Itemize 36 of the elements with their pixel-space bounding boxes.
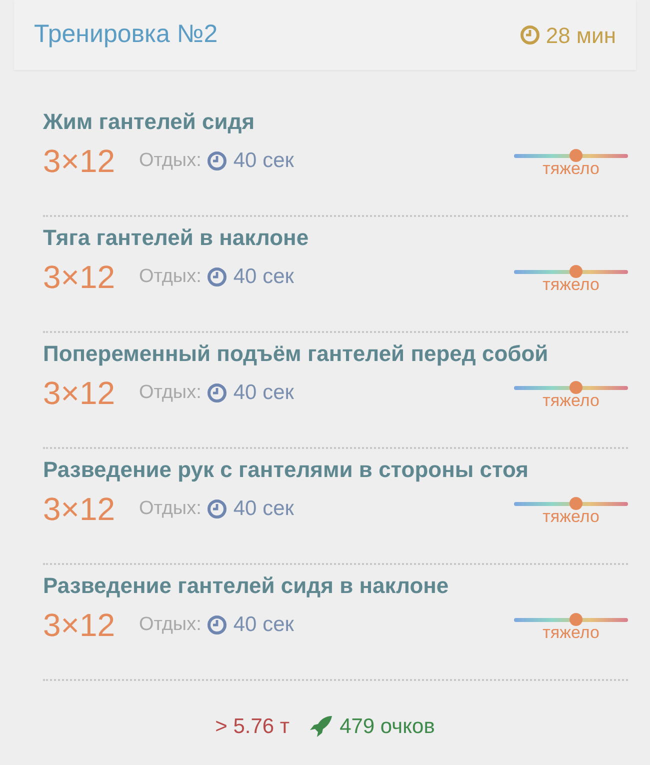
clock-icon — [207, 383, 228, 403]
exercise-name: Тяга гантелей в наклоне — [43, 224, 310, 252]
rest-time: 40 сек — [233, 264, 294, 290]
rest-time: 40 сек — [233, 496, 294, 522]
clock-icon — [207, 267, 228, 287]
points: 479 очков — [340, 714, 435, 740]
rest-label: Отдых: — [139, 264, 202, 289]
rest-label: Отдых: — [139, 148, 202, 173]
sets-reps: 3×12 — [43, 258, 116, 297]
exercise-name: Разведение рук с гантелями в стороны стоя — [43, 456, 530, 484]
sets-reps: 3×12 — [43, 606, 116, 645]
rest-time: 40 сек — [233, 380, 294, 406]
difficulty-label: тяжело — [542, 622, 600, 642]
total-weight: > 5.76 т — [215, 714, 290, 740]
difficulty-label: тяжело — [542, 274, 600, 294]
difficulty-label: тяжело — [542, 158, 600, 178]
sets-reps: 3×12 — [43, 490, 116, 529]
duration: 28 мин — [546, 22, 616, 50]
sets-reps: 3×12 — [43, 374, 116, 413]
exercise-name: Разведение гантелей сидя в наклоне — [43, 572, 450, 600]
workout-title: Тренировка №2 — [34, 19, 218, 50]
clock-icon — [207, 499, 228, 519]
clock-icon — [207, 615, 228, 635]
exercise-name: Жим гантелей сидя — [43, 108, 256, 136]
rocket-icon — [308, 714, 334, 740]
difficulty-label: тяжело — [542, 506, 600, 526]
rest-time: 40 сек — [233, 612, 294, 638]
clock-icon — [207, 151, 228, 171]
difficulty-label: тяжело — [542, 390, 600, 410]
sets-reps: 3×12 — [43, 142, 116, 181]
rest-label: Отдых: — [139, 612, 202, 637]
rest-time: 40 сек — [233, 148, 294, 174]
rest-label: Отдых: — [139, 380, 202, 405]
exercise-name: Попеременный подъём гантелей перед собой — [43, 340, 550, 368]
clock-icon — [520, 25, 540, 45]
rest-label: Отдых: — [139, 496, 202, 521]
